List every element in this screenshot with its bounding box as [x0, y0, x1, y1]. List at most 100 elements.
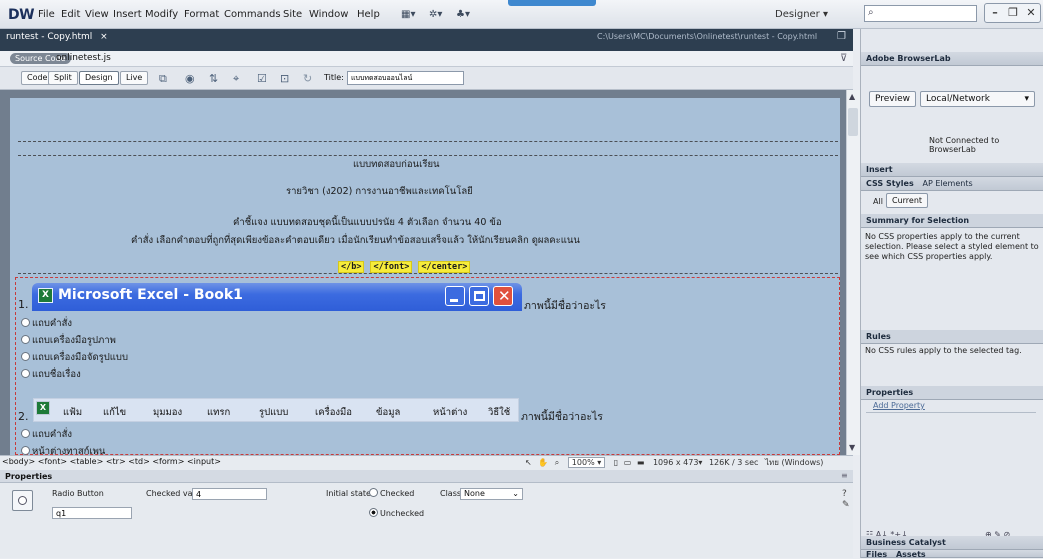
- panel-menu-icon[interactable]: ≡: [841, 471, 848, 480]
- menu-insert[interactable]: Insert: [113, 9, 142, 20]
- zoom-tool-icon[interactable]: ⌕: [555, 458, 559, 467]
- files-panel-tabs: Files Assets: [861, 550, 1043, 559]
- site-icon[interactable]: ♣▾: [456, 9, 470, 20]
- radio-button[interactable]: [21, 352, 30, 361]
- current-mode-button[interactable]: Current: [886, 193, 929, 208]
- document-tab[interactable]: runtest - Copy.html ×: [6, 32, 108, 42]
- split-view-button[interactable]: Split: [48, 71, 78, 85]
- close-icon[interactable]: ✕: [1022, 6, 1040, 22]
- radio-button[interactable]: [21, 369, 30, 378]
- file-management-icon[interactable]: ⇅: [209, 72, 218, 85]
- check-browser-icon[interactable]: ⊡: [280, 72, 289, 85]
- preview-browser-icon[interactable]: ◉: [185, 72, 195, 85]
- help-search-input[interactable]: ⌕: [864, 5, 977, 22]
- checked-value-field[interactable]: [192, 488, 267, 500]
- multiscreen-icon[interactable]: ⧉: [159, 72, 167, 86]
- menu-edit[interactable]: Edit: [61, 9, 80, 20]
- business-catalyst-header[interactable]: Business Catalyst: [861, 536, 1043, 550]
- tag-marker[interactable]: </font>: [370, 261, 413, 273]
- answer-option[interactable]: แถบคำสั่ง: [21, 316, 72, 331]
- question-text: ภาพนี้มีชื่อว่าอะไร: [521, 411, 603, 423]
- menu-window[interactable]: Window: [309, 9, 348, 20]
- local-network-select[interactable]: Local/Network ▾: [920, 91, 1035, 107]
- minimize-icon[interactable]: –: [986, 6, 1004, 22]
- quick-tag-icon[interactable]: ✎: [842, 500, 850, 510]
- radio-button[interactable]: [21, 446, 30, 455]
- tag-marker[interactable]: </b>: [338, 261, 365, 273]
- ap-elements-tab[interactable]: AP Elements: [923, 179, 973, 188]
- mobile-size-icon[interactable]: ▯: [614, 458, 618, 467]
- checked-radio[interactable]: Checked: [369, 488, 414, 498]
- answer-option[interactable]: แถบเครื่องมือจัดรูปแบบ: [21, 350, 128, 365]
- radio-button[interactable]: [21, 429, 30, 438]
- select-tool-icon[interactable]: ↖: [525, 458, 532, 467]
- radio-name-field[interactable]: [52, 507, 132, 519]
- right-panel-group: [860, 29, 1043, 558]
- vertical-scrollbar[interactable]: [846, 90, 860, 455]
- css-styles-tab[interactable]: CSS Styles: [866, 179, 914, 188]
- restore-doc-icon[interactable]: ❐: [837, 31, 846, 42]
- excel-icon: X: [38, 288, 53, 303]
- help-icon[interactable]: ?: [842, 489, 847, 499]
- scroll-up-icon[interactable]: ▲: [849, 92, 855, 101]
- scrollbar-thumb[interactable]: [848, 108, 858, 136]
- answer-option[interactable]: แถบเครื่องมือรูปภาพ: [21, 333, 116, 348]
- menu-site[interactable]: Site: [283, 9, 302, 20]
- refresh-icon[interactable]: ↻: [303, 72, 312, 85]
- invalid-tag-markers: </b> </font> </center>: [338, 261, 476, 273]
- answer-option[interactable]: แถบชื่อเรื่อง: [21, 367, 81, 382]
- all-mode-button[interactable]: All: [873, 197, 883, 206]
- status-info: ↖ ✋ ⌕ 100% ▾ ▯ ▭ ▬ 1096 x 473▾ 126K / 3 …: [525, 457, 824, 468]
- extend-icon[interactable]: ✲▾: [429, 9, 442, 20]
- radio-button[interactable]: [21, 335, 30, 344]
- class-label: Class: [440, 489, 462, 498]
- filter-icon[interactable]: ⊽: [840, 53, 847, 64]
- menu-view[interactable]: View: [85, 9, 109, 20]
- add-property-link[interactable]: Add Property: [873, 401, 925, 410]
- class-select[interactable]: None ⌄: [460, 488, 523, 500]
- summary-title: Summary for Selection: [866, 216, 970, 225]
- hand-tool-icon[interactable]: ✋: [538, 458, 548, 467]
- answer-option[interactable]: แถบคำสั่ง: [21, 427, 72, 442]
- live-view-button[interactable]: Live: [120, 71, 149, 85]
- title-input[interactable]: [347, 71, 464, 85]
- menu-commands[interactable]: Commands: [224, 9, 281, 20]
- insert-panel-header[interactable]: Insert: [861, 163, 1043, 177]
- menu-format[interactable]: Format: [184, 9, 219, 20]
- workspace-switcher[interactable]: Designer ▾: [775, 9, 828, 20]
- tab-close-icon[interactable]: ×: [100, 32, 108, 42]
- tag-selector[interactable]: <body> <font> <table> <tr> <td> <form> <…: [2, 457, 221, 466]
- validate-icon[interactable]: ☑: [257, 72, 267, 85]
- tag-marker[interactable]: </center>: [418, 261, 471, 273]
- table-border-top: [18, 141, 838, 142]
- radio-button-selected[interactable]: [369, 508, 378, 517]
- radio-button[interactable]: [369, 488, 378, 497]
- menu-help[interactable]: Help: [357, 9, 380, 20]
- related-file-link[interactable]: onlinetest.js: [56, 53, 111, 63]
- unchecked-label: Unchecked: [380, 509, 425, 518]
- dreamweaver-logo: DW: [8, 7, 35, 23]
- restore-icon[interactable]: ❐: [1004, 6, 1022, 22]
- design-view-button[interactable]: Design: [79, 71, 119, 85]
- desktop-size-icon[interactable]: ▬: [637, 458, 645, 467]
- menu-modify[interactable]: Modify: [145, 9, 178, 20]
- properties-panel: [0, 483, 853, 558]
- browserlab-header[interactable]: Adobe BrowserLab: [861, 52, 1043, 66]
- unchecked-radio[interactable]: Unchecked: [369, 508, 424, 518]
- menu-file[interactable]: File: [38, 9, 55, 20]
- radio-element-icon: [12, 490, 33, 511]
- scroll-down-icon[interactable]: ▼: [849, 443, 855, 452]
- tablet-size-icon[interactable]: ▭: [624, 458, 632, 467]
- preview-button[interactable]: Preview: [869, 91, 917, 107]
- window-size[interactable]: 1096 x 473: [653, 458, 698, 467]
- local-network-value: Local/Network: [926, 94, 990, 104]
- visual-aids-icon[interactable]: ⌖: [233, 72, 239, 86]
- excel-menu-item: เครื่องมือ: [315, 407, 353, 418]
- business-catalyst-title: Business Catalyst: [866, 538, 946, 547]
- option-label: แถบคำสั่ง: [32, 429, 73, 440]
- answer-option[interactable]: หน้าต่างทาสก์เพน: [21, 444, 105, 455]
- element-type-label: Radio Button: [52, 489, 104, 498]
- zoom-select[interactable]: 100% ▾: [567, 457, 606, 468]
- radio-button[interactable]: [21, 318, 30, 327]
- layout-icon[interactable]: ▦▾: [401, 9, 415, 20]
